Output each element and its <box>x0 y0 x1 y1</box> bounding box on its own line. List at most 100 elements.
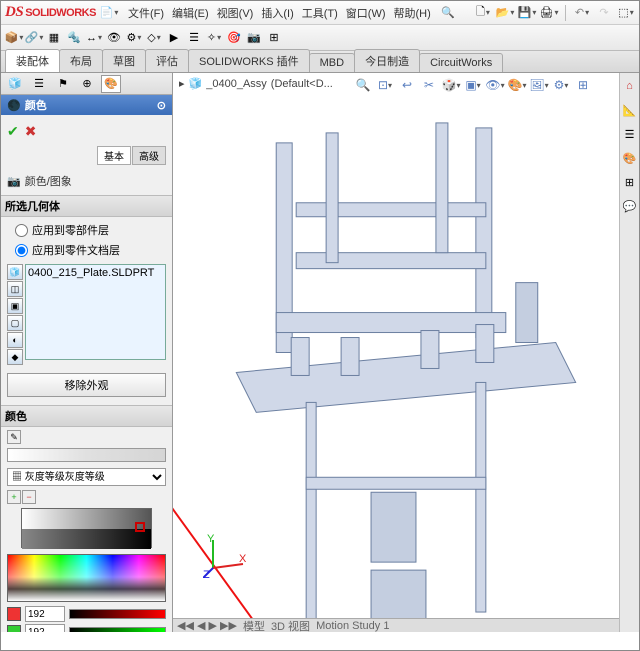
property-panel: 🧊 ☰ ⚑ ⊕ 🎨 🌑颜色⊙ ✔ ✖ 基本 高级 📷 颜色/图象 所选几何体 应… <box>1 73 173 632</box>
taskpane-home-icon[interactable]: ⌂ <box>621 77 639 95</box>
taskpane-design-icon[interactable]: 📐 <box>621 101 639 119</box>
filter-assy-icon[interactable]: 🧊 <box>7 264 23 280</box>
taskpane-props-icon[interactable]: ☰ <box>621 125 639 143</box>
menu-window[interactable]: 窗口(W) <box>346 5 386 21</box>
svg-text:X: X <box>239 553 247 565</box>
subtab-advanced[interactable]: 高级 <box>132 146 166 165</box>
app-logo: DSSOLIDWORKS <box>5 4 96 21</box>
mate-icon[interactable]: 🔗 <box>25 29 43 47</box>
red-value-input[interactable] <box>25 606 65 622</box>
menu-view[interactable]: 视图(V) <box>217 5 254 21</box>
filter-surface-icon[interactable]: ◆ <box>7 349 23 365</box>
tab-addins[interactable]: SOLIDWORKS 插件 <box>188 49 310 72</box>
add-swatch-icon[interactable]: + <box>7 490 21 504</box>
menu-bar: 文件(F) 编辑(E) 视图(V) 插入(I) 工具(T) 窗口(W) 帮助(H… <box>122 4 463 22</box>
ref-geom-icon[interactable]: ◇ <box>145 29 163 47</box>
taskpane-appearance-icon[interactable]: 🎨 <box>621 149 639 167</box>
tab-sketch[interactable]: 草图 <box>102 49 146 72</box>
radio-part-doc-level[interactable] <box>15 244 28 257</box>
move-icon[interactable]: ↔ <box>85 29 103 47</box>
open-icon[interactable]: 📂 <box>496 4 514 22</box>
bottom-arrows[interactable]: ◀◀ ◀ ▶ ▶▶ <box>177 619 237 632</box>
svg-text:Z: Z <box>203 569 210 578</box>
separator <box>565 5 566 21</box>
new-doc-icon[interactable]: 🗋 <box>474 4 492 22</box>
property-mgr-tab-icon[interactable]: ☰ <box>29 75 49 93</box>
selection-list[interactable]: 0400_215_Plate.SLDPRT <box>25 264 166 360</box>
eyedropper-icon[interactable]: ✎ <box>7 430 21 444</box>
panel-title: 🌑颜色⊙ <box>1 95 172 115</box>
smart-fastener-icon[interactable]: 🔩 <box>65 29 83 47</box>
selected-geom-header: 所选几何体 <box>1 195 172 217</box>
remove-swatch-icon[interactable]: − <box>22 490 36 504</box>
green-swatch <box>7 625 21 632</box>
green-value-input[interactable] <box>25 624 65 632</box>
motion-tabs-bar: ◀◀ ◀ ▶ ▶▶ 模型 3D 视图 Motion Study 1 <box>173 618 619 632</box>
filter-face-icon[interactable]: ◐ <box>7 332 23 348</box>
snapshot-icon[interactable]: 📷 <box>245 29 263 47</box>
graphics-viewport[interactable]: ▸ 🧊 _0400_Assy (Default<D... 🔍 ⊡ ↩ ✂ 🎲 ▣… <box>173 73 619 632</box>
tab-today[interactable]: 今日制造 <box>354 49 420 72</box>
pin-icon[interactable]: ⊙ <box>157 99 166 112</box>
grayscale-picker[interactable] <box>21 508 152 548</box>
bottom-tab-motion[interactable]: Motion Study 1 <box>316 620 389 632</box>
assembly-feat-icon[interactable]: ⚙ <box>125 29 143 47</box>
taskpane-forum-icon[interactable]: 💬 <box>621 197 639 215</box>
menu-tools[interactable]: 工具(T) <box>302 5 338 21</box>
remove-appearance-button[interactable]: 移除外观 <box>7 373 166 397</box>
menu-help[interactable]: 帮助(H) <box>394 5 431 21</box>
grayscale-cursor[interactable] <box>135 522 145 532</box>
insert-component-icon[interactable]: 📦 <box>5 29 23 47</box>
appearance-tab-icon[interactable]: 🎨 <box>101 75 121 93</box>
command-tabs: 装配体 布局 草图 评估 SOLIDWORKS 插件 MBD 今日制造 Circ… <box>1 51 639 73</box>
radio-component-level[interactable] <box>15 224 28 237</box>
tab-layout[interactable]: 布局 <box>59 49 103 72</box>
color-image-row[interactable]: 📷 颜色/图象 <box>7 171 166 191</box>
ok-button[interactable]: ✔ <box>7 123 19 140</box>
bottom-tab-model[interactable]: 模型 <box>243 618 265 633</box>
config-icon[interactable]: ⊞ <box>265 29 283 47</box>
menu-insert[interactable]: 插入(I) <box>261 5 293 21</box>
subtab-basic[interactable]: 基本 <box>97 146 131 165</box>
pattern-icon[interactable]: ▦ <box>45 29 63 47</box>
selection-icon[interactable]: ⬚ <box>617 4 635 22</box>
filter-feature-icon[interactable]: ▣ <box>7 298 23 314</box>
green-slider[interactable] <box>69 627 166 632</box>
tab-evaluate[interactable]: 评估 <box>145 49 189 72</box>
exploded-icon[interactable]: ✧ <box>205 29 223 47</box>
task-pane-strip: ⌂ 📐 ☰ 🎨 ⊞ 💬 <box>619 73 639 632</box>
bom-icon[interactable]: ☰ <box>185 29 203 47</box>
dimxpert-tab-icon[interactable]: ⊕ <box>77 75 97 93</box>
undo-icon[interactable]: ↶ <box>573 4 591 22</box>
swatch-preset-select[interactable]: ▦ 灰度等级灰度等级 <box>7 468 166 486</box>
color-section-header: 颜色 <box>1 405 172 427</box>
cancel-button[interactable]: ✖ <box>25 123 37 140</box>
save-icon[interactable]: 💾 <box>518 4 536 22</box>
bottom-tab-3dview[interactable]: 3D 视图 <box>271 618 310 633</box>
show-hidden-icon[interactable]: 👁 <box>105 29 123 47</box>
red-swatch <box>7 607 21 621</box>
menu-edit[interactable]: 编辑(E) <box>172 5 209 21</box>
tab-assembly[interactable]: 装配体 <box>5 49 60 72</box>
view-triad[interactable]: Y X Z <box>203 534 247 578</box>
feature-tree-tab-icon[interactable]: 🧊 <box>5 75 25 93</box>
red-slider[interactable] <box>69 609 166 619</box>
panel-tab-row: 🧊 ☰ ⚑ ⊕ 🎨 <box>1 73 172 95</box>
taskpane-custom-icon[interactable]: ⊞ <box>621 173 639 191</box>
filter-part-icon[interactable]: ◫ <box>7 281 23 297</box>
config-tab-icon[interactable]: ⚑ <box>53 75 73 93</box>
new-motion-icon[interactable]: ▶ <box>165 29 183 47</box>
tab-circuitworks[interactable]: CircuitWorks <box>419 53 503 72</box>
menu-file[interactable]: 文件(F) <box>128 5 164 21</box>
current-color-preview <box>7 448 166 462</box>
tab-mbd[interactable]: MBD <box>309 53 355 72</box>
title-bar: DSSOLIDWORKS 📄 文件(F) 编辑(E) 视图(V) 插入(I) 工… <box>1 1 639 25</box>
redo-icon[interactable]: ↷ <box>595 4 613 22</box>
print-icon[interactable]: 🖨 <box>540 4 558 22</box>
new-dropdown[interactable]: 📄 <box>100 4 118 22</box>
search-icon[interactable]: 🔍 <box>439 4 457 22</box>
filter-body-icon[interactable]: ▢ <box>7 315 23 331</box>
instant3d-icon[interactable]: 🎯 <box>225 29 243 47</box>
command-toolbar: 📦 🔗 ▦ 🔩 ↔ 👁 ⚙ ◇ ▶ ☰ ✧ 🎯 📷 ⊞ <box>1 25 639 51</box>
hue-sat-picker[interactable] <box>7 554 166 602</box>
